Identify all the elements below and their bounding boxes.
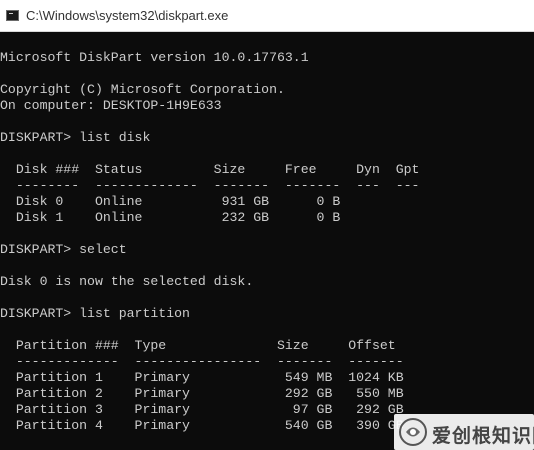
console-line: Disk 0 Online 931 GB 0 B [0,194,341,209]
console-line: Copyright (C) Microsoft Corporation. [0,82,285,97]
console-line: Partition 3 Primary 97 GB 292 GB [0,402,404,417]
console-icon [6,10,19,21]
console-line: Partition 1 Primary 549 MB 1024 KB [0,370,404,385]
title-bar[interactable]: C:\Windows\system32\diskpart.exe [0,0,534,32]
console-window: C:\Windows\system32\diskpart.exe Microso… [0,0,534,450]
console-line: ------------- ---------------- ------- -… [0,354,404,369]
console-line: Microsoft DiskPart version 10.0.17763.1 [0,50,309,65]
console-line: Partition ### Type Size Offset [0,338,396,353]
console-line: Disk 0 is now the selected disk. [0,274,254,289]
console-line: DISKPART> list disk [0,130,151,145]
console-line: Disk ### Status Size Free Dyn Gpt [0,162,420,177]
console-line: DISKPART> select [0,242,127,257]
console-output[interactable]: Microsoft DiskPart version 10.0.17763.1 … [0,32,534,450]
console-line: Partition 4 Primary 540 GB 390 GB [0,418,404,433]
console-line: On computer: DESKTOP-1H9E633 [0,98,222,113]
watermark: 爱创根知识网 [394,414,534,450]
console-line: Partition 2 Primary 292 GB 550 MB [0,386,404,401]
console-line: Disk 1 Online 232 GB 0 B [0,210,341,225]
console-line: DISKPART> list partition [0,306,190,321]
watermark-text: 爱创根知识网 [432,425,534,447]
console-line: -------- ------------- ------- ------- -… [0,178,420,193]
watermark-logo-icon [399,418,427,446]
window-title: C:\Windows\system32\diskpart.exe [26,8,229,23]
